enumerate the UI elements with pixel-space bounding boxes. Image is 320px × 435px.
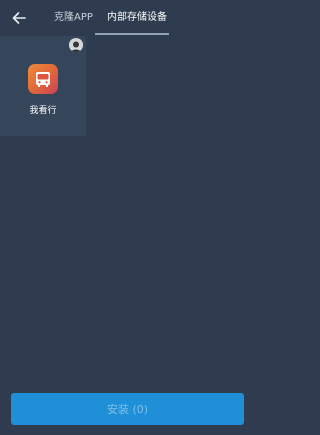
tab-clone-app[interactable]: 克隆APP [54, 11, 93, 25]
app-name: 我看行 [29, 106, 57, 116]
avatar [69, 38, 83, 52]
bus-icon [36, 72, 50, 87]
app-install-screen: 克隆APP 内部存储设备 我看行 安装 (0) [0, 0, 254, 435]
tab-internal-storage[interactable]: 内部存储设备 [107, 11, 167, 25]
active-tab-indicator [95, 33, 169, 35]
install-button[interactable]: 安装 (0) [11, 393, 244, 425]
app-icon[interactable] [28, 64, 58, 94]
arrow-left-icon [12, 12, 26, 24]
top-bar: 克隆APP 内部存储设备 [0, 0, 254, 36]
back-button[interactable] [8, 7, 30, 29]
